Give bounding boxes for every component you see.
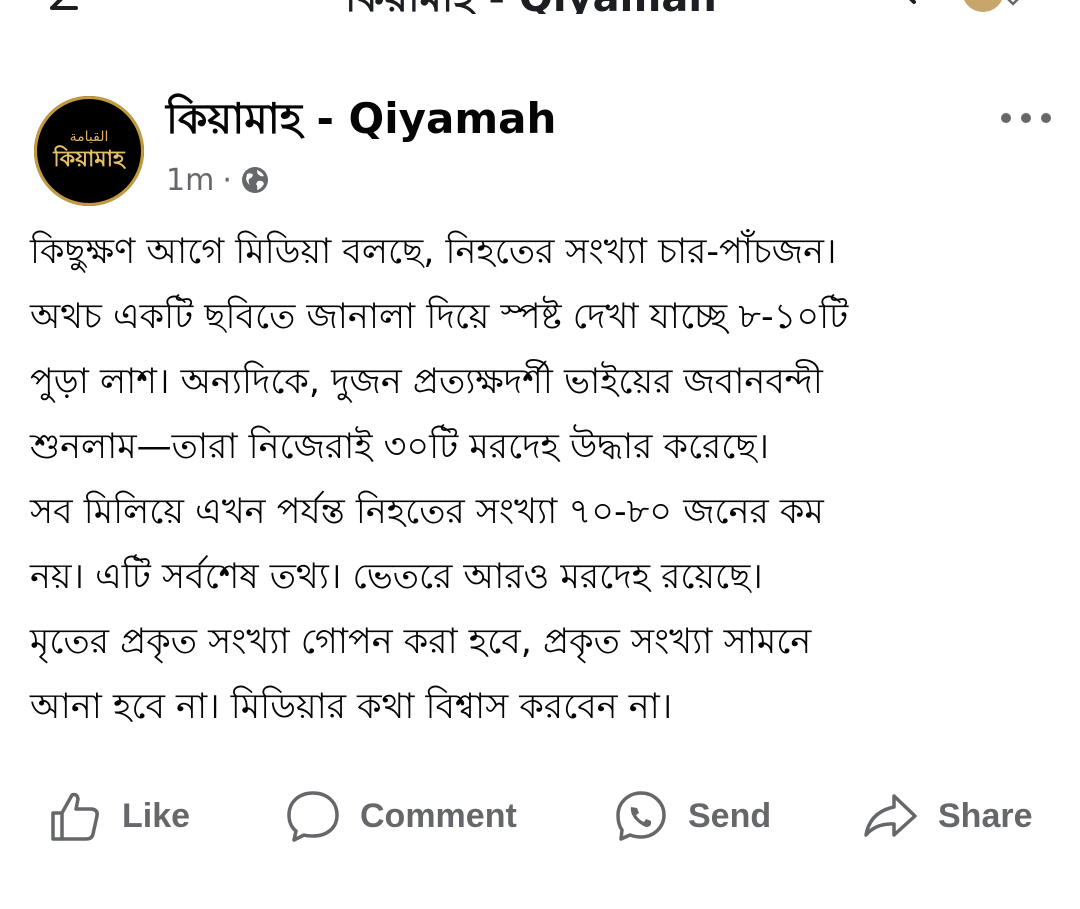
avatar-bengali-text: কিয়ামাহ: [53, 147, 125, 172]
search-icon[interactable]: [876, 0, 926, 12]
page-name[interactable]: কিয়ামাহ - Qiyamah: [166, 94, 556, 144]
globe-icon: [241, 167, 268, 193]
post-timestamp[interactable]: 1m: [166, 163, 214, 198]
page-avatar[interactable]: القيامة কিয়ামাহ: [34, 96, 144, 206]
thumbs-up-icon: [51, 792, 99, 841]
share-arrow-icon: [864, 794, 917, 837]
comment-button[interactable]: Comment: [286, 780, 517, 852]
like-button[interactable]: Like: [48, 780, 190, 852]
chevron-down-icon[interactable]: [1003, 0, 1023, 10]
post-body-text: কিছুক্ষণ আগে মিডিয়া বলছে, নিহতের সংখ্যা…: [30, 232, 849, 727]
comment-label: Comment: [360, 796, 517, 835]
app-bar-title: কিয়ামাহ - Qiyamah: [345, 0, 717, 14]
avatar-arabic-text: القيامة: [69, 129, 109, 145]
send-label: Send: [688, 796, 772, 835]
meta-separator: ·: [222, 162, 232, 198]
share-button[interactable]: Share: [862, 780, 1033, 852]
profile-avatar[interactable]: [962, 0, 1004, 12]
share-label: Share: [938, 796, 1033, 835]
more-options-icon[interactable]: [998, 106, 1054, 130]
messenger-icon: [616, 791, 666, 841]
like-label: Like: [122, 796, 191, 835]
send-button[interactable]: Send: [614, 780, 771, 852]
post-meta: 1m ·: [166, 160, 270, 200]
comment-bubble-icon: [287, 791, 339, 842]
post-action-bar: Like Comment Send Share: [0, 780, 1080, 852]
back-arrow-icon[interactable]: [50, 0, 80, 10]
top-app-bar: কিয়ামাহ - Qiyamah: [0, 0, 1080, 14]
